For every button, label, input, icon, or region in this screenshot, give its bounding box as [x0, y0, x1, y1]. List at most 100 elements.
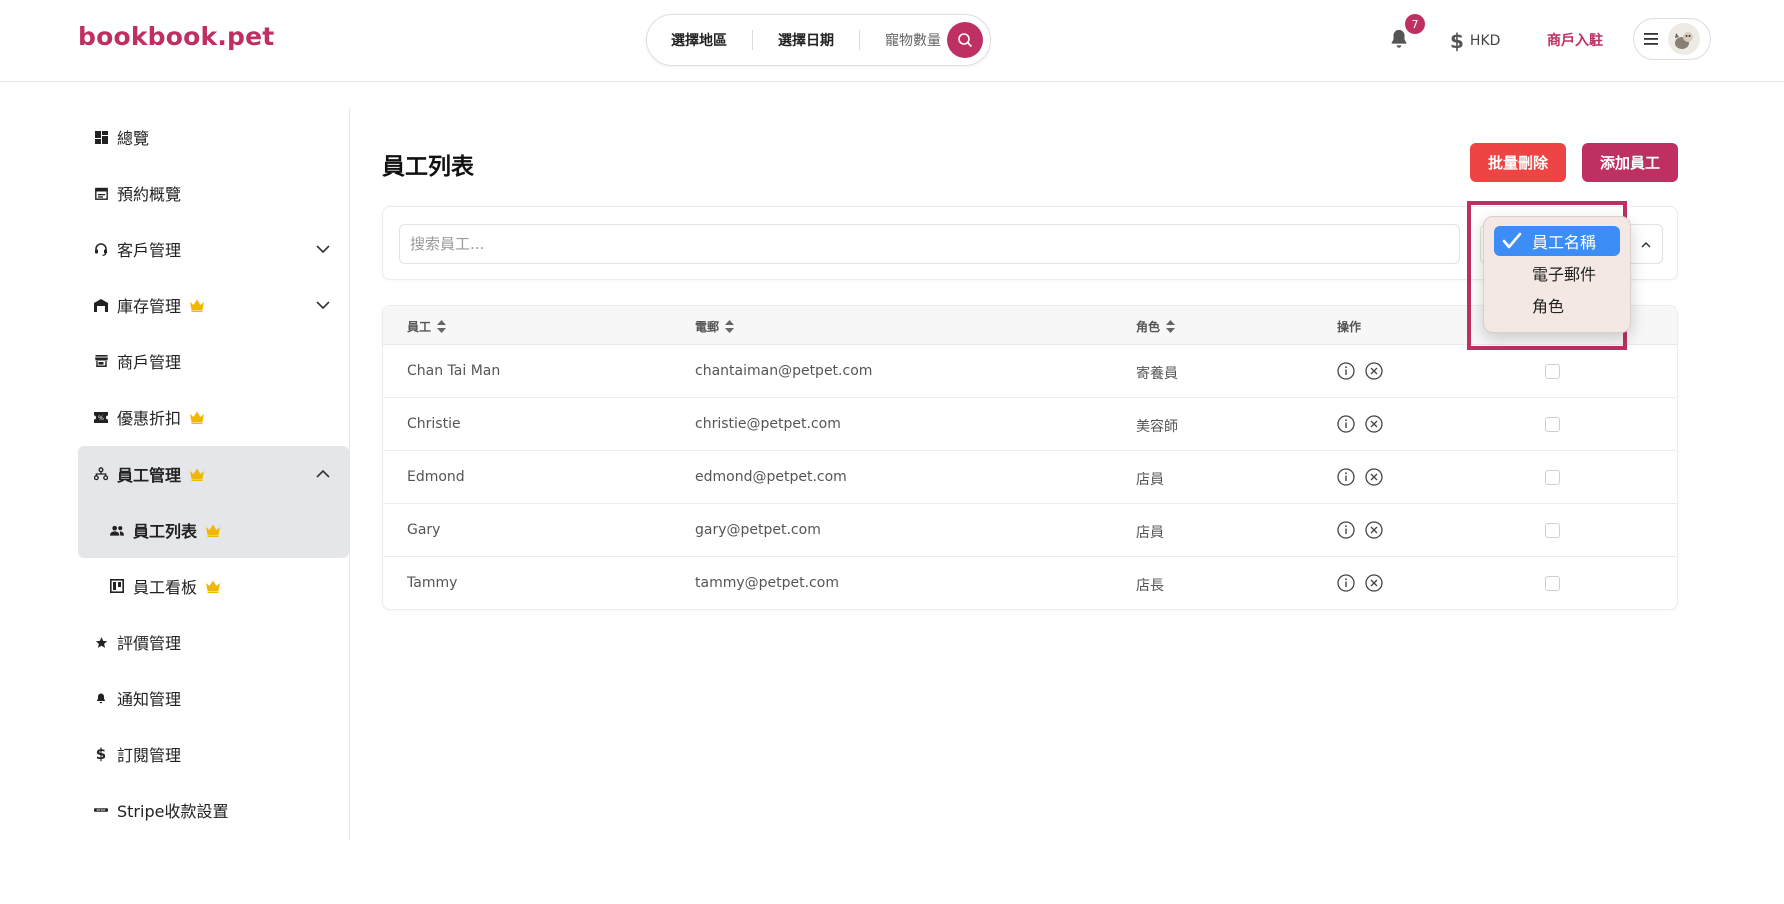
search-button[interactable] [947, 22, 983, 58]
table-row: Tammy tammy@petpet.com 店長 [383, 557, 1677, 609]
search-bar[interactable]: 選擇地區 選擇日期 寵物數量 [646, 14, 991, 66]
dropdown-option-label: 員工名稱 [1532, 233, 1597, 252]
column-header-email[interactable]: 電郵 [695, 318, 735, 335]
staff-table: 員工 電郵 角色 操作 Chan Tai Man chantaiman@petp… [382, 305, 1678, 610]
info-icon[interactable] [1337, 415, 1355, 433]
merchant-join-link[interactable]: 商戶入駐 [1547, 30, 1603, 50]
sort-icon [437, 320, 447, 333]
sidebar-item-reviews[interactable]: 評價管理 [78, 614, 349, 670]
info-icon[interactable] [1337, 362, 1355, 380]
sidebar-item-customers[interactable]: 客戶管理 [78, 221, 349, 277]
remove-icon[interactable] [1365, 415, 1383, 433]
staff-email: chantaiman@petpet.com [695, 363, 873, 379]
remove-icon[interactable] [1365, 362, 1383, 380]
people-icon [110, 523, 124, 537]
sidebar-item-inventory[interactable]: 庫存管理 [78, 277, 349, 333]
notification-button[interactable] [1388, 28, 1410, 50]
table-row: Edmond edmond@petpet.com 店員 [383, 451, 1677, 504]
page-title: 員工列表 [382, 154, 474, 180]
dropdown-option-role[interactable]: 角色 [1494, 290, 1620, 320]
staff-name: Chan Tai Man [407, 363, 501, 379]
sidebar-item-stripe[interactable]: stripe Stripe收款設置 [78, 782, 349, 838]
dropdown-option-email[interactable]: 電子郵件 [1494, 258, 1620, 288]
staff-email: edmond@petpet.com [695, 469, 847, 485]
add-staff-button[interactable]: 添加員工 [1582, 143, 1678, 182]
sidebar-item-overview[interactable]: 總覽 [78, 109, 349, 165]
dropdown-option-name[interactable]: 員工名稱 [1494, 226, 1620, 256]
column-header-role[interactable]: 角色 [1136, 318, 1176, 335]
crown-icon [205, 524, 221, 537]
info-icon[interactable] [1337, 468, 1355, 486]
sidebar-item-discounts[interactable]: % 優惠折扣 [78, 389, 349, 445]
dropdown-option-label: 角色 [1532, 297, 1565, 316]
table-row: Chan Tai Man chantaiman@petpet.com 寄養員 [383, 345, 1677, 398]
remove-icon[interactable] [1365, 521, 1383, 539]
sidebar-item-label: 預約概覽 [117, 185, 182, 204]
sidebar-item-staff-list[interactable]: 員工列表 [78, 502, 349, 558]
table-row: Gary gary@petpet.com 店員 [383, 504, 1677, 557]
sidebar-item-staff-board[interactable]: 員工看板 [78, 558, 349, 614]
sidebar-item-subscription[interactable]: $ 訂閱管理 [78, 726, 349, 782]
sidebar-item-label: 總覽 [117, 129, 150, 148]
staff-search-input[interactable] [399, 224, 1460, 264]
calendar-icon [94, 186, 108, 200]
crown-icon [189, 299, 205, 312]
date-selector[interactable]: 選擇日期 [753, 30, 859, 50]
sort-icon [725, 320, 735, 333]
table-row: Christie christie@petpet.com 美容師 [383, 398, 1677, 451]
remove-icon[interactable] [1365, 468, 1383, 486]
row-checkbox[interactable] [1545, 523, 1560, 538]
org-chart-icon [94, 467, 108, 481]
dollar-icon: $ [95, 745, 107, 763]
staff-email: gary@petpet.com [695, 522, 821, 538]
staff-name: Christie [407, 416, 461, 432]
pet-count-selector[interactable]: 寵物數量 [860, 30, 953, 50]
staff-role: 店員 [1136, 472, 1164, 488]
row-checkbox[interactable] [1545, 364, 1560, 379]
check-icon [1502, 232, 1522, 249]
column-header-staff[interactable]: 員工 [407, 318, 447, 335]
info-icon[interactable] [1337, 574, 1355, 592]
sidebar-item-label: 評價管理 [117, 634, 182, 653]
staff-role: 寄養員 [1136, 366, 1178, 382]
region-selector[interactable]: 選擇地區 [647, 30, 752, 50]
sidebar-item-label: Stripe收款設置 [117, 802, 229, 821]
dollar-icon: $ [1450, 29, 1464, 53]
site-logo[interactable]: bookbook.pet [78, 22, 274, 51]
remove-icon[interactable] [1365, 574, 1383, 592]
board-icon [110, 579, 124, 593]
sort-icon [1166, 320, 1176, 333]
sidebar-item-merchant[interactable]: 商戶管理 [78, 333, 349, 389]
row-checkbox[interactable] [1545, 417, 1560, 432]
staff-role: 店長 [1136, 578, 1164, 594]
crown-icon [205, 580, 221, 593]
currency-selector[interactable]: $ HKD [1450, 29, 1500, 53]
sidebar-item-staff[interactable]: 員工管理 [78, 446, 349, 502]
info-icon[interactable] [1337, 521, 1355, 539]
dashboard-icon [94, 130, 108, 144]
staff-role: 美容師 [1136, 419, 1178, 435]
chevron-up-icon [1641, 241, 1651, 248]
ticket-icon: % [94, 410, 108, 424]
staff-name: Edmond [407, 469, 465, 485]
sidebar-item-bookings[interactable]: 預約概覽 [78, 165, 349, 221]
bulk-delete-button[interactable]: 批量刪除 [1470, 143, 1566, 182]
sidebar-item-label: 優惠折扣 [117, 409, 182, 428]
row-checkbox[interactable] [1545, 576, 1560, 591]
currency-label: HKD [1469, 33, 1501, 49]
sidebar-item-label: 員工看板 [133, 578, 198, 597]
dropdown-option-label: 電子郵件 [1532, 265, 1597, 284]
top-header: bookbook.pet 選擇地區 選擇日期 寵物數量 7 $ HKD 商戶入駐 [0, 0, 1784, 82]
crown-icon [189, 411, 205, 424]
star-icon [94, 635, 108, 649]
warehouse-icon [94, 298, 108, 312]
row-checkbox[interactable] [1545, 470, 1560, 485]
user-menu-button[interactable] [1633, 18, 1711, 60]
staff-email: tammy@petpet.com [695, 575, 839, 591]
sidebar-item-label: 客戶管理 [117, 241, 182, 260]
svg-text:%: % [98, 415, 104, 422]
sidebar-item-label: 員工管理 [117, 466, 182, 485]
staff-role: 店員 [1136, 525, 1164, 541]
sidebar-item-notifications[interactable]: 通知管理 [78, 670, 349, 726]
sidebar-item-label: 員工列表 [133, 522, 198, 541]
